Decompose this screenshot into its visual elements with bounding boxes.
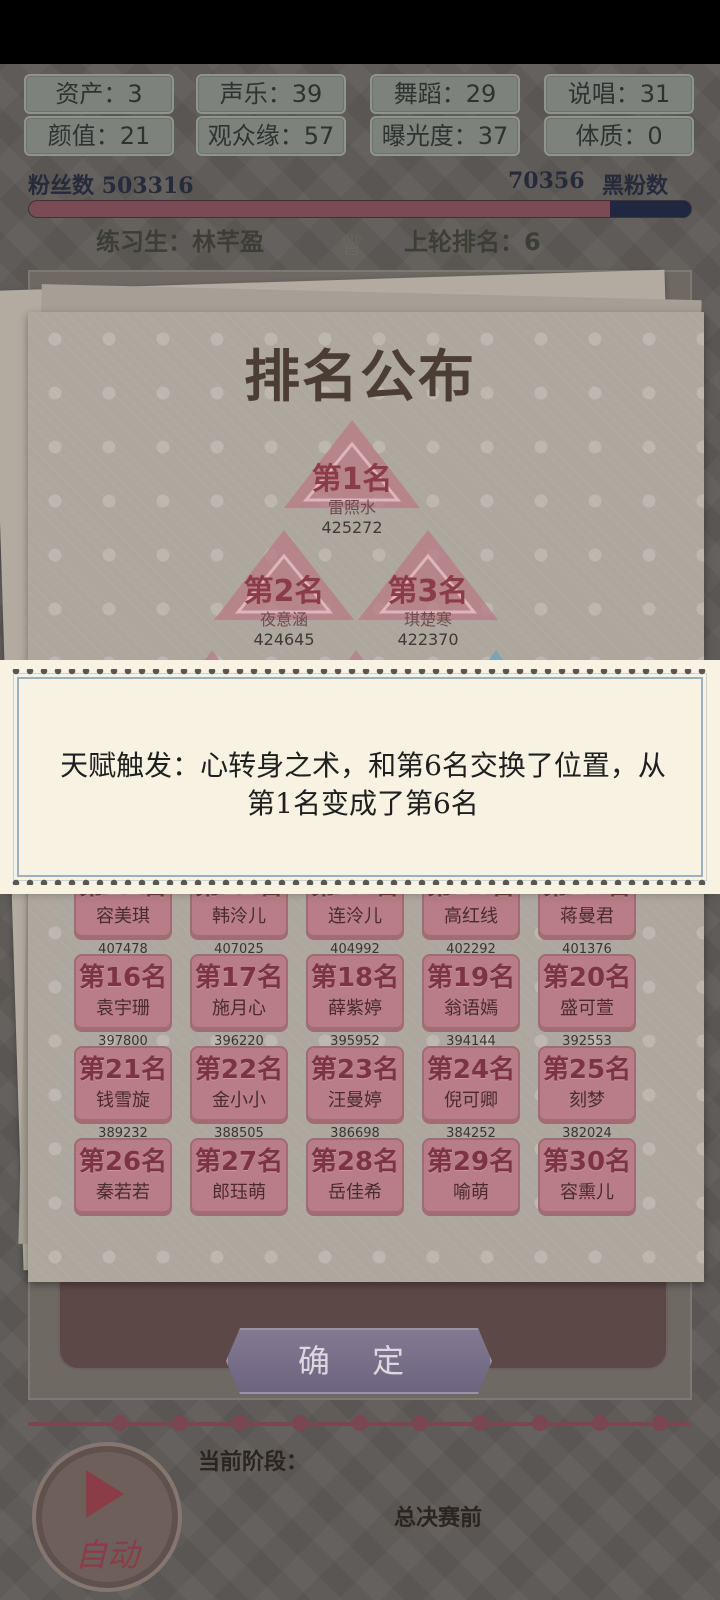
rank-tile: 第16名袁宇珊 — [74, 954, 172, 1032]
talent-message: 天赋触发：心转身之术，和第6名交换了位置，从 第1名变成了第6名 — [9, 747, 717, 823]
stage-dot — [532, 1415, 548, 1431]
rank-tile-name: 施月心 — [212, 998, 266, 1019]
auto-label: 自动 — [74, 1536, 139, 1574]
rank-tile: 第13名 连泠儿 — [306, 880, 404, 940]
rank-tile-name: 连泠儿 — [328, 906, 382, 927]
rank-tile: 第12名 韩泠儿 — [190, 880, 288, 940]
rank-tile-name: 盛可萱 — [560, 998, 614, 1019]
rank-tile: 第22名金小小 — [190, 1046, 288, 1124]
podium-third-score: 422370 — [397, 630, 459, 649]
stage-dot — [232, 1415, 248, 1431]
stage-dot — [472, 1415, 488, 1431]
rank-tile: 第29名喻萌 — [422, 1138, 520, 1216]
rank-tile-rank: 第22名 — [194, 1055, 284, 1085]
rank-tile-name: 喻萌 — [453, 1182, 489, 1203]
confirm-button[interactable]: 确 定 — [226, 1328, 492, 1394]
talent-message-line1: 天赋触发：心转身之术，和第6名交换了位置，从 — [60, 749, 666, 782]
rank-tile-rank: 第25名 — [542, 1055, 632, 1085]
podium-first: 第1名 雷照水 425272 — [292, 454, 412, 537]
podium-third-rank: 第3名 — [387, 574, 469, 609]
rank-tile-name: 韩泠儿 — [212, 906, 266, 927]
rank-tile-name: 薛紫婷 — [328, 998, 382, 1019]
rank-tile: 第15名 蒋曼君 — [538, 880, 636, 940]
rank-tile-rank: 第28名 — [310, 1147, 400, 1177]
rank-tile-name: 刻梦 — [569, 1090, 605, 1111]
rank-tile-rank: 第17名 — [194, 963, 284, 993]
rank-tile: 第23名汪曼婷 — [306, 1046, 404, 1124]
podium-second-rank: 第2名 — [243, 574, 325, 609]
rank-tile-name: 汪曼婷 — [328, 1090, 382, 1111]
rank-tile: 第18名薛紫婷 — [306, 954, 404, 1032]
rank-tile-rank: 第16名 — [78, 963, 168, 993]
talent-popup[interactable]: 天赋触发：心转身之术，和第6名交换了位置，从 第1名变成了第6名 — [6, 666, 714, 888]
rank-tile: 第20名盛可萱 — [538, 954, 636, 1032]
rank-tile-name: 金小小 — [212, 1090, 266, 1111]
rank-tile-rank: 第19名 — [426, 963, 516, 993]
stage-dot — [592, 1415, 608, 1431]
rank-tile-rank: 第20名 — [542, 963, 632, 993]
rank-tile: 第28名岳佳希 — [306, 1138, 404, 1216]
podium-second-score: 424645 — [253, 630, 315, 649]
play-icon — [86, 1470, 124, 1518]
podium-second-name: 夜意涵 — [259, 610, 308, 629]
stage-dot — [112, 1415, 128, 1431]
podium-third-name: 琪楚寒 — [403, 610, 452, 629]
stage-dot — [352, 1415, 368, 1431]
rank-tile: 第11名 容美琪 — [74, 880, 172, 940]
stage-label: 当前阶段： — [198, 1449, 309, 1475]
talent-message-line2: 第1名变成了第6名 — [247, 787, 479, 820]
rank-tile: 第25名刻梦 — [538, 1046, 636, 1124]
rank-tile: 第24名倪可卿 — [422, 1046, 520, 1124]
rank-tile-name: 袁宇珊 — [96, 998, 150, 1019]
rank-tile-name: 容美琪 — [96, 906, 150, 927]
rank-tile: 第26名秦若若 — [74, 1138, 172, 1216]
stage-dot — [412, 1415, 428, 1431]
podium-first-score: 425272 — [321, 518, 383, 537]
rank-tile-name: 郎珏萌 — [212, 1182, 266, 1203]
stage-dot — [292, 1415, 308, 1431]
rank-tile-rank: 第30名 — [542, 1147, 632, 1177]
auto-button[interactable]: 自动 — [32, 1442, 182, 1592]
rank-tile: 第27名郎珏萌 — [190, 1138, 288, 1216]
podium-first-name: 雷照水 — [327, 498, 376, 517]
rank-tile: 第17名施月心 — [190, 954, 288, 1032]
rank-grid: 第11名 容美琪 407478 第12名 韩泠儿 407025 第13名 连泠儿 404992 第… — [28, 880, 704, 1222]
podium-first-rank: 第1名 — [311, 462, 393, 497]
rank-tile: 第21名钱雪旋 — [74, 1046, 172, 1124]
podium-graphics — [196, 420, 512, 672]
stage-value: 总决赛前 — [394, 1505, 483, 1531]
rank-tile-name: 翁语嫣 — [444, 998, 498, 1019]
rank-tile-name: 高红线 — [444, 906, 498, 927]
rank-tile-rank: 第26名 — [78, 1147, 168, 1177]
rank-tile-name: 秦若若 — [96, 1182, 150, 1203]
rank-tile: 第19名翁语嫣 — [422, 954, 520, 1032]
rank-tile-rank: 第21名 — [78, 1055, 168, 1085]
rank-tile-name: 容熏儿 — [560, 1182, 614, 1203]
rank-tile-rank: 第23名 — [310, 1055, 400, 1085]
rank-tile-name: 倪可卿 — [444, 1090, 498, 1111]
rank-tile-rank: 第29名 — [426, 1147, 516, 1177]
rank-tile-name: 岳佳希 — [328, 1182, 382, 1203]
stage-dot — [652, 1415, 668, 1431]
rank-tile-name: 蒋曼君 — [560, 906, 614, 927]
rank-tile-rank: 第18名 — [310, 963, 400, 993]
rank-tile-rank: 第27名 — [194, 1147, 284, 1177]
rank-tile: 第14名 高红线 — [422, 880, 520, 940]
rank-tile: 第30名容熏儿 — [538, 1138, 636, 1216]
rank-tile-rank: 第24名 — [426, 1055, 516, 1085]
stage-dot — [172, 1415, 188, 1431]
podium-third: 第3名 琪楚寒 422370 — [368, 566, 488, 649]
rank-tile-name: 钱雪旋 — [96, 1090, 150, 1111]
podium-second: 第2名 夜意涵 424645 — [224, 566, 344, 649]
